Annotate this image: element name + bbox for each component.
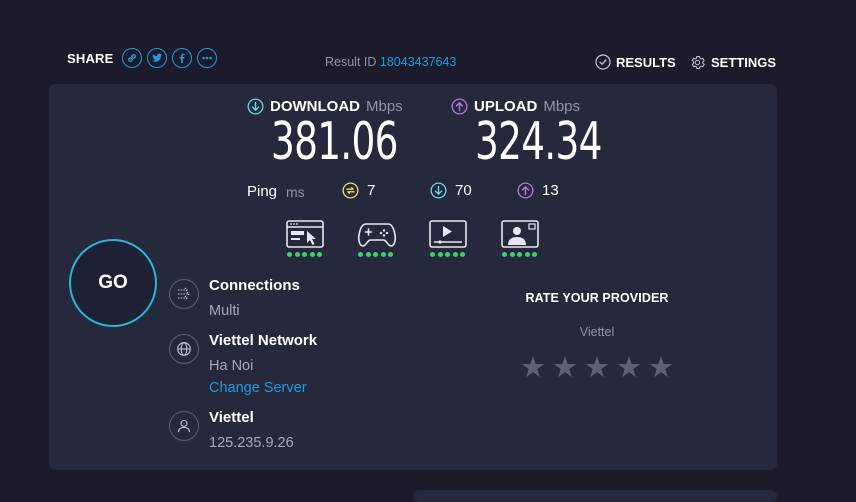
rating-dot [430, 252, 435, 257]
result-id-link[interactable]: 18043437643 [380, 55, 456, 69]
rating-dot [317, 252, 322, 257]
share-twitter-button[interactable] [146, 48, 167, 68]
rating-stars: ★ ★ ★ ★ ★ [520, 354, 674, 383]
rating-dot [502, 252, 507, 257]
web-browsing-rating [285, 219, 325, 257]
star-icon-2[interactable]: ★ [552, 354, 578, 383]
rating-dot [302, 252, 307, 257]
server-location: Ha Noi [209, 358, 254, 374]
rating-dot [287, 252, 292, 257]
ping-unit: ms [286, 184, 305, 200]
video-streaming-rating-dots [430, 252, 468, 257]
server-info-icon [169, 334, 199, 364]
rating-dot [373, 252, 378, 257]
rating-dot [524, 252, 530, 257]
rating-dot [294, 252, 300, 257]
ping-download-value: 70 [455, 182, 472, 199]
globe-icon [177, 342, 191, 356]
provider-info-icon [169, 411, 199, 441]
idle-latency-icon [342, 182, 359, 199]
rating-dot [380, 252, 386, 257]
rating-dot [437, 252, 443, 257]
result-id: Result ID 18043437643 [325, 55, 456, 69]
connections-info-icon [169, 279, 199, 309]
ping-upload: 13 [517, 182, 559, 199]
video-streaming-icon [429, 220, 467, 248]
facebook-icon [179, 53, 185, 63]
video-chat-rating-dots [502, 252, 540, 257]
results-label: RESULTS [616, 54, 676, 70]
link-icon [127, 54, 136, 62]
settings-link[interactable]: SETTINGS [689, 54, 776, 71]
rating-dot [460, 252, 465, 257]
upload-latency-icon [517, 182, 534, 199]
rating-dot [509, 252, 515, 257]
rating-dot [452, 252, 458, 257]
download-speed-value: 381.06 [271, 112, 398, 172]
video-chat-icon [501, 220, 539, 248]
server-title: Viettel Network [209, 332, 318, 349]
download-arrow-icon [247, 98, 264, 115]
share-more-button[interactable] [196, 48, 217, 68]
rate-provider-section: RATE YOUR PROVIDER Viettel [516, 291, 678, 339]
provider-title: Viettel [209, 409, 254, 426]
star-icon-5[interactable]: ★ [648, 354, 674, 383]
web-browsing-icon [286, 220, 324, 248]
user-icon [177, 419, 191, 433]
results-link[interactable]: RESULTS [595, 54, 676, 70]
ping-label: Ping [247, 183, 278, 200]
go-button[interactable]: GO [69, 239, 157, 327]
connections-title: Connections [209, 277, 300, 294]
connections-icon [178, 287, 190, 301]
star-icon-4[interactable]: ★ [616, 354, 642, 383]
share-facebook-button[interactable] [171, 48, 192, 68]
rating-dot [532, 252, 537, 257]
upload-speed-value: 324.34 [475, 112, 602, 172]
ping-idle: 7 [342, 182, 375, 199]
ping-idle-value: 7 [367, 182, 376, 199]
bottom-panel-edge [413, 490, 777, 502]
gaming-rating [356, 219, 397, 257]
rating-dot [517, 252, 522, 257]
share-group: SHARE [67, 48, 217, 68]
rate-provider-isp: Viettel [579, 325, 615, 339]
ping-upload-value: 13 [542, 182, 559, 199]
video-chat-rating [500, 219, 540, 257]
ping-download: 70 [430, 182, 472, 199]
rating-dot [388, 252, 393, 257]
rating-dot [365, 252, 371, 257]
provider-ip: 125.235.9.26 [209, 435, 294, 451]
video-streaming-rating [428, 219, 468, 257]
share-link-button[interactable] [121, 48, 142, 68]
settings-label: SETTINGS [711, 55, 777, 70]
star-icon-1[interactable]: ★ [520, 354, 546, 383]
result-id-label: Result ID [325, 55, 377, 69]
rate-provider-title: RATE YOUR PROVIDER [525, 291, 669, 305]
change-server-link[interactable]: Change Server [209, 380, 307, 396]
rating-dot [445, 252, 450, 257]
connections-value: Multi [209, 303, 240, 319]
top-bar: SHARE Result ID 18043437643 RESULTS SETT… [0, 0, 856, 84]
upload-arrow-icon [451, 98, 468, 115]
gear-icon [691, 55, 705, 70]
check-circle-icon [595, 54, 611, 70]
share-label: SHARE [67, 50, 114, 66]
star-icon-3[interactable]: ★ [584, 354, 610, 383]
more-icon [201, 56, 212, 60]
rating-dot [309, 252, 315, 257]
result-panel [49, 84, 777, 470]
download-latency-icon [430, 182, 447, 199]
web-browsing-rating-dots [287, 252, 325, 257]
rating-dot [358, 252, 363, 257]
gaming-icon [357, 223, 397, 247]
twitter-icon [151, 53, 162, 62]
gaming-rating-dots [358, 252, 396, 257]
